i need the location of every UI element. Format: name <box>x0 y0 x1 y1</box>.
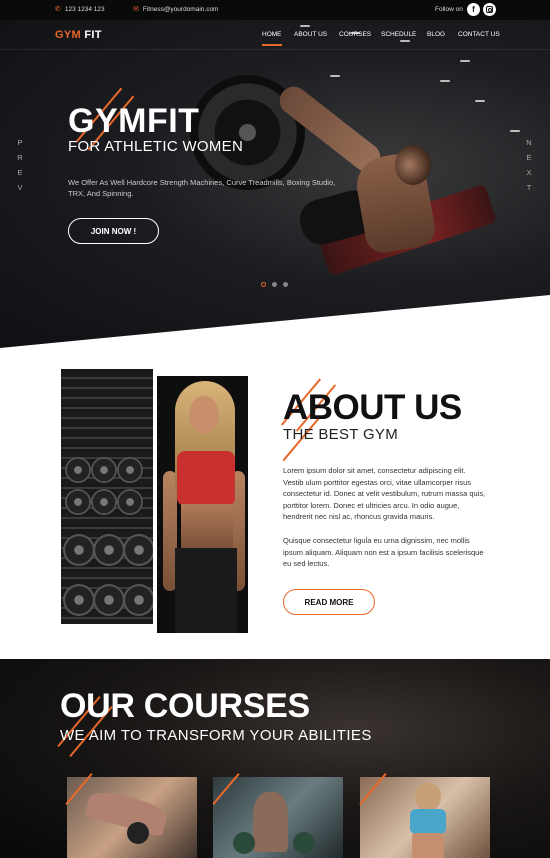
phone-number: 123 1234 123 <box>64 6 105 13</box>
hero-subtitle: FOR ATHLETIC WOMEN <box>68 138 244 155</box>
slider-dot[interactable] <box>261 282 266 287</box>
about-image-athlete <box>157 376 248 633</box>
course-card[interactable] <box>67 777 197 858</box>
logo-fit: FIT <box>84 29 102 41</box>
about-title: ABOUT US <box>283 388 462 427</box>
next-slide-button[interactable]: NEXT <box>525 135 535 195</box>
courses-title: OUR COURSES <box>60 687 310 725</box>
courses-subtitle: WE AIM TO TRANSFORM YOUR ABILITIES <box>60 727 372 744</box>
phone-contact[interactable]: ✆ 123 1234 123 <box>55 6 105 13</box>
slider-dots <box>261 282 288 287</box>
email-address: Fitness@yourdomain.com <box>142 6 219 13</box>
slider-dot[interactable] <box>272 282 277 287</box>
nav-item-schedule[interactable]: SCHEDULE <box>381 31 416 38</box>
logo[interactable]: GYM FIT <box>55 29 102 41</box>
nav-item-contact-us[interactable]: CONTACT US <box>458 31 500 38</box>
logo-gym: GYM <box>55 29 81 41</box>
athlete-head-image <box>395 145 431 185</box>
hero-slider: PREV NEXT GYMFIT FOR ATHLETIC WOMEN We O… <box>0 20 550 348</box>
prev-slide-button[interactable]: PREV <box>16 135 26 195</box>
about-paragraph: Quisque consectetur ligula eu urna digni… <box>283 536 484 568</box>
about-image-dumbbells <box>61 369 153 624</box>
hero-title: GYMFIT <box>68 102 200 140</box>
course-card[interactable] <box>213 777 343 858</box>
follow-label: Follow on <box>435 6 463 13</box>
about-subtitle: THE BEST GYM <box>283 426 399 443</box>
mail-icon: ✉ <box>133 6 139 13</box>
instagram-icon[interactable] <box>483 3 496 16</box>
read-more-button[interactable]: READ MORE <box>283 589 375 615</box>
hero-description: We Offer As Well Hardcore Strength Machi… <box>68 178 336 198</box>
nav-item-courses[interactable]: COURSES <box>339 31 371 38</box>
nav-item-home[interactable]: HOME <box>262 31 282 46</box>
nav-item-about-us[interactable]: ABOUT US <box>294 31 327 38</box>
about-paragraph: Lorem ipsum dolor sit amet, consectetur … <box>283 466 486 521</box>
main-nav: GYM FIT HOME ABOUT US COURSES SCHEDULE B… <box>0 20 550 50</box>
join-now-button[interactable]: JOIN NOW ! <box>68 218 159 244</box>
slider-dot[interactable] <box>283 282 288 287</box>
course-card[interactable] <box>360 777 490 858</box>
top-bar: ✆ 123 1234 123 ✉ Fitness@yourdomain.com … <box>0 0 550 20</box>
courses-section: OUR COURSES WE AIM TO TRANSFORM YOUR ABI… <box>0 659 550 858</box>
email-contact[interactable]: ✉ Fitness@yourdomain.com <box>133 6 218 13</box>
phone-icon: ✆ <box>55 6 61 13</box>
facebook-icon[interactable]: f <box>467 3 480 16</box>
nav-item-blog[interactable]: BLOG <box>427 31 445 38</box>
